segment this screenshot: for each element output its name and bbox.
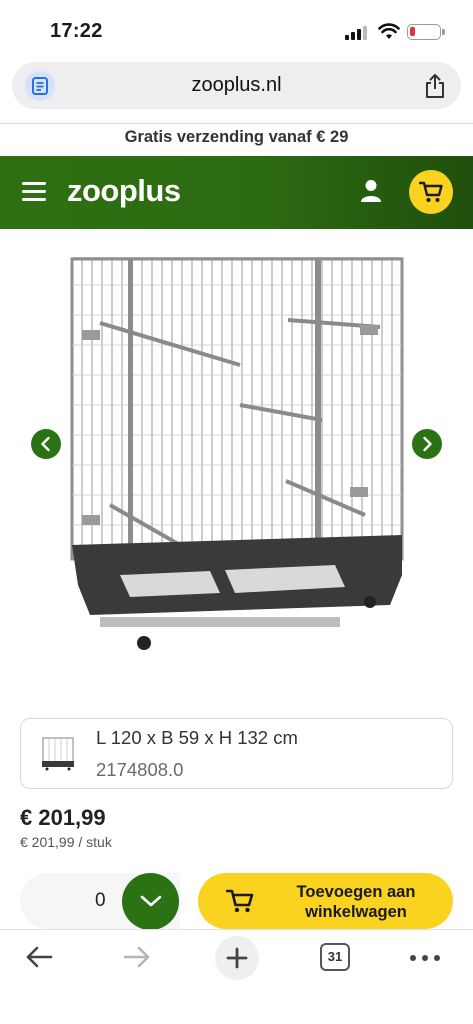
zooplus-logo[interactable]: zooplus [67,173,181,209]
quantity-dropdown-button[interactable] [122,873,179,930]
chevron-right-icon [423,436,432,452]
status-time: 17:22 [50,20,103,42]
quantity-value[interactable]: 0 [95,890,106,912]
chevron-down-icon [140,895,162,907]
carousel-prev-button[interactable] [31,429,61,459]
divider [0,123,473,124]
cart-icon [226,889,254,913]
user-icon[interactable] [360,179,382,203]
cellular-signal-icon [345,25,371,40]
site-header: zooplus [0,156,473,229]
url-text[interactable]: zooplus.nl [12,74,461,97]
menu-icon[interactable] [22,182,46,202]
more-icon[interactable] [410,955,440,961]
promo-banner: Gratis verzending vanaf € 29 [124,128,349,146]
add-to-cart-line-1: Toevoegen aan [296,883,416,901]
tabs-icon[interactable]: 31 [320,943,350,971]
browser-toolbar: 31 [0,929,473,1024]
variant-thumbnail [42,737,74,771]
cart-icon [419,181,443,202]
chevron-left-icon [41,436,50,452]
unit-price: € 201,99 / stuk [20,834,112,850]
back-icon[interactable] [24,944,54,970]
add-to-cart-label: Toevoegen aan winkelwagen [276,882,436,922]
add-to-cart-line-2: winkelwagen [305,903,407,921]
carousel-next-button[interactable] [412,429,442,459]
share-icon[interactable] [423,73,447,99]
address-bar[interactable]: zooplus.nl [12,62,461,109]
status-bar: 17:22 [0,0,473,58]
product-image [70,257,404,650]
forward-icon[interactable] [122,944,152,970]
product-price: € 201,99 [20,805,106,830]
new-tab-button[interactable] [215,936,259,980]
add-to-cart-button[interactable]: Toevoegen aan winkelwagen [198,873,453,929]
battery-icon [407,24,445,40]
wifi-icon [378,23,400,39]
product-image-carousel[interactable] [0,230,473,680]
plus-icon [226,947,248,969]
variant-selector[interactable]: L 120 x B 59 x H 132 cm 2174808.0 [20,718,453,789]
cart-button[interactable] [409,170,453,214]
variant-dimensions: L 120 x B 59 x H 132 cm [96,727,298,748]
variant-sku: 2174808.0 [96,759,184,780]
